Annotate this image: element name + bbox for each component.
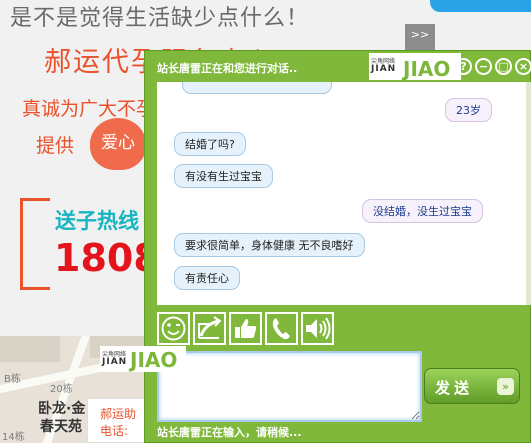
- headline: 是不是觉得生活缺少点什么！: [10, 6, 310, 31]
- message-bubble: 23岁: [445, 98, 492, 122]
- message-text: 要求很简单，身体健康 无不良嗜好: [185, 239, 354, 252]
- logo-jiao-text: JIAO: [130, 348, 178, 372]
- send-button-label: 发送: [435, 379, 474, 397]
- tagline: 真诚为广大不孕: [22, 98, 156, 120]
- volume-icon[interactable]: [301, 312, 334, 345]
- top-right-tab[interactable]: [430, 0, 531, 12]
- message-text: 有没有生过宝宝: [185, 170, 262, 183]
- heart-badge: 爱心: [90, 118, 146, 170]
- map-place-name-2: 春天苑: [40, 419, 82, 435]
- close-icon[interactable]: ×: [515, 58, 531, 75]
- map-block: [0, 336, 60, 362]
- chevron-down-icon[interactable]: »: [497, 378, 514, 395]
- phone-icon[interactable]: [265, 312, 298, 345]
- message-text: 没结婚，没生过宝宝: [373, 205, 472, 218]
- help-icon[interactable]: ?: [455, 58, 472, 75]
- send-button[interactable]: 发送 »: [424, 368, 520, 404]
- share-icon[interactable]: [193, 312, 226, 345]
- message-bubble: [182, 82, 332, 94]
- message-bubble: 没结婚，没生过宝宝: [362, 199, 483, 223]
- logo-jian-text: JIAN: [371, 64, 397, 74]
- tagline-2: 提供: [36, 135, 75, 157]
- minimize-icon[interactable]: −: [475, 58, 492, 75]
- message-text: 有责任心: [185, 272, 229, 285]
- message-bubble: 要求很简单，身体健康 无不良嗜好: [174, 233, 365, 257]
- map-ad-title: 郝运助: [100, 407, 137, 421]
- map-label: 14栋: [2, 432, 25, 443]
- emoji-icon[interactable]: [157, 312, 190, 345]
- map-place-name: 卧龙·金: [38, 401, 86, 417]
- collapse-button[interactable]: >>: [405, 24, 435, 52]
- map-label: 20栋: [50, 384, 73, 395]
- message-scrollbar[interactable]: [526, 82, 531, 305]
- promo-bracket: [20, 198, 50, 290]
- logo-jian-text: JIAN: [102, 357, 128, 367]
- chat-titlebar[interactable]: 站长唐雷正在和您进行对话.. 尖角网络 JIAN JIAO ? − □ ×: [145, 51, 531, 82]
- map-label: B栋: [4, 374, 21, 385]
- heart-badge-text: 爱心: [101, 133, 135, 153]
- message-bubble: 有责任心: [174, 266, 240, 290]
- logo-jiao-text: JIAO: [403, 57, 451, 81]
- promo-title: 送子热线: [55, 209, 139, 233]
- message-text: 结婚了吗?: [185, 138, 235, 151]
- chat-window: 站长唐雷正在和您进行对话.. 尖角网络 JIAN JIAO ? − □ × 23岁 结…: [144, 50, 531, 443]
- map-ad-phone-label: 电话:: [100, 424, 129, 438]
- window-controls: ? − □ ×: [455, 58, 531, 77]
- typing-status: 站长唐雷正在输入，请稍候...: [157, 426, 302, 439]
- message-bubble: 结婚了吗?: [174, 132, 246, 156]
- thumbs-up-icon[interactable]: [229, 312, 262, 345]
- message-text: 23岁: [456, 104, 481, 117]
- message-input[interactable]: [157, 351, 422, 422]
- maximize-icon[interactable]: □: [495, 58, 512, 75]
- chat-toolbar: [157, 310, 342, 346]
- message-list[interactable]: 23岁 结婚了吗? 有没有生过宝宝 没结婚，没生过宝宝 要求很简单，身体健康 无…: [157, 82, 531, 305]
- chat-title: 站长唐雷正在和您进行对话..: [157, 62, 298, 75]
- jianjiao-logo: 尖角网络 JIAN JIAO: [369, 53, 461, 81]
- jianjiao-logo-bottom: 尖角网络 JIAN JIAO: [100, 346, 186, 372]
- message-bubble: 有没有生过宝宝: [174, 164, 273, 188]
